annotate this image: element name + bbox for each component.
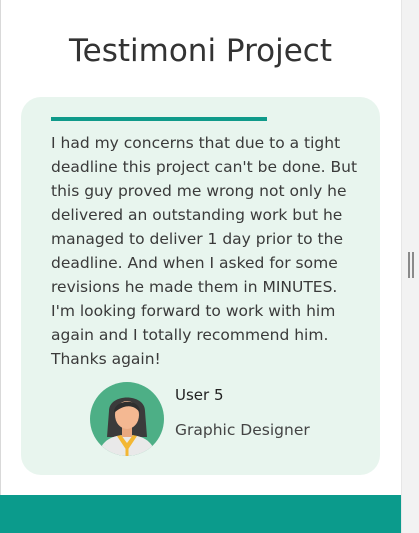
testimonial-quote: I had my concerns that due to a tight de… — [51, 134, 358, 368]
scrollbar-grip-icon[interactable] — [408, 252, 414, 278]
user-name: User 5 — [175, 386, 224, 404]
footer-band — [0, 495, 401, 533]
page-title: Testimoni Project — [68, 33, 332, 69]
page: Testimoni Project I had my concerns that… — [0, 0, 419, 533]
user-avatar-icon — [89, 381, 165, 457]
accent-bar — [51, 117, 267, 121]
user-role: Graphic Designer — [175, 421, 310, 439]
left-border — [0, 0, 1, 533]
